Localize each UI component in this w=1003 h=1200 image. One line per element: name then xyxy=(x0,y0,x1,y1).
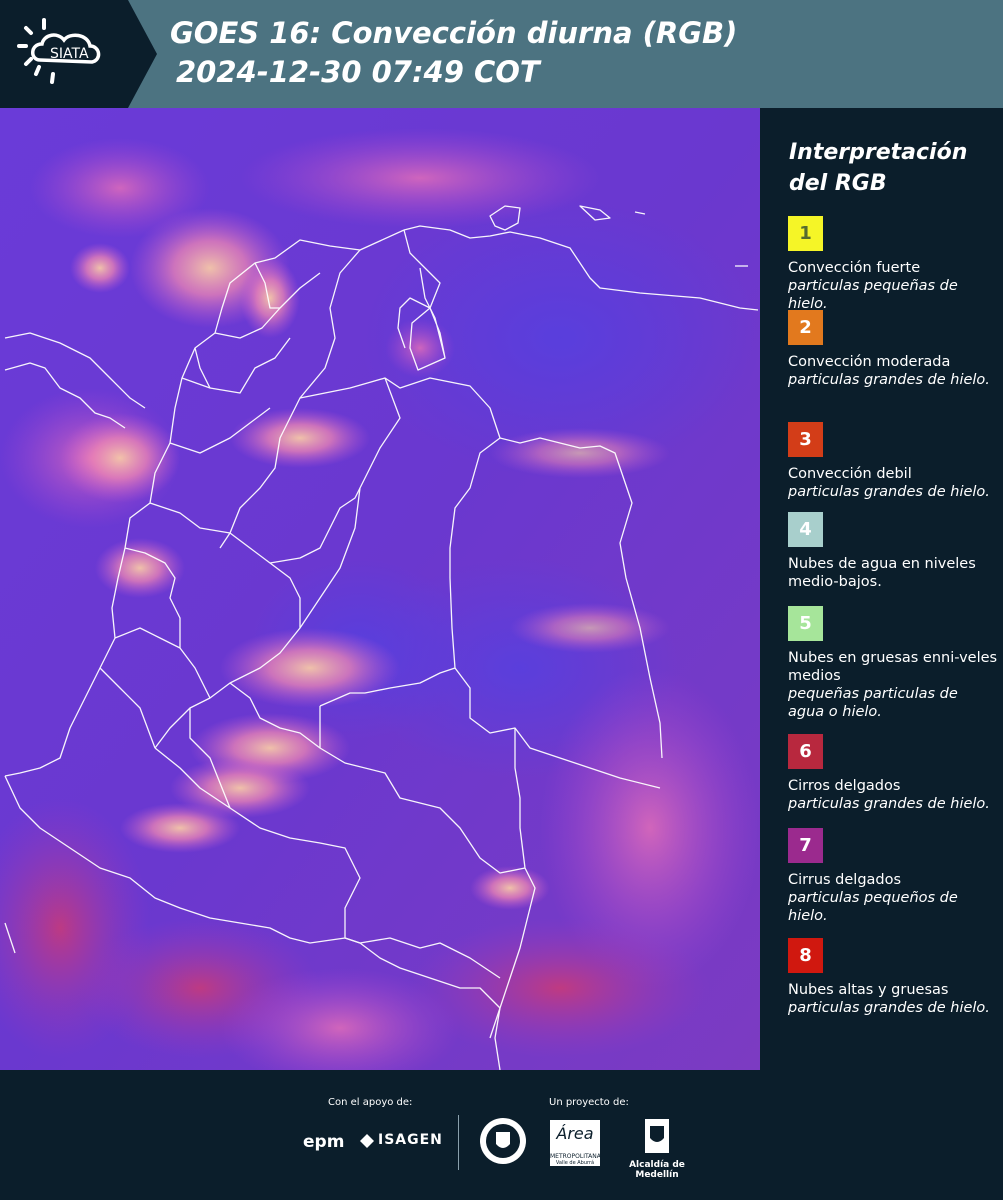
legend-item-7: 7 Cirrus delgados particulas pequeños de… xyxy=(788,828,998,925)
area-metropolitana-logo: Área METROPOLITANA Valle de Aburrá xyxy=(550,1120,601,1166)
legend-item-name: Cirrus delgados xyxy=(788,872,902,888)
support-label: Con el apoyo de: xyxy=(328,1097,413,1108)
legend-item-desc: particulas grandes de hielo. xyxy=(788,372,990,388)
legend-title: Interpretación del RGB xyxy=(789,140,968,196)
legend-item-2: 2 Convección moderada particulas grandes… xyxy=(788,310,998,389)
legend-item-name: Nubes de agua en niveles medio-bajos. xyxy=(788,556,976,590)
alcaldia-logo: Alcaldía de Medellín xyxy=(612,1118,702,1180)
legend-item-3: 3 Convección debil particulas grandes de… xyxy=(788,422,998,501)
legend-item-4: 4 Nubes de agua en niveles medio-bajos. xyxy=(788,512,998,591)
legend-swatch-7: 7 xyxy=(788,828,823,863)
legend-item-name: Nubes altas y gruesas xyxy=(788,982,949,998)
project-label: Un proyecto de: xyxy=(549,1097,629,1108)
legend-item-desc: particulas grandes de hielo. xyxy=(788,484,990,500)
legend-item-name: Convección debil xyxy=(788,466,912,482)
legend-item-name: Convección fuerte xyxy=(788,260,921,276)
legend-swatch-6: 6 xyxy=(788,734,823,769)
legend-item-name: Cirros delgados xyxy=(788,778,901,794)
legend-item-8: 8 Nubes altas y gruesas particulas grand… xyxy=(788,938,998,1017)
legend-swatch-3: 3 xyxy=(788,422,823,457)
isagen-text: ISAGEN xyxy=(378,1132,443,1148)
legend-item-name: Nubes en gruesas enni-veles medios xyxy=(788,650,998,684)
footer: Con el apoyo de: Un proyecto de: epm ISA… xyxy=(0,1070,1003,1200)
timestamp: 2024-12-30 07:49 COT xyxy=(176,55,540,89)
legend-swatch-4: 4 xyxy=(788,512,823,547)
page-title: GOES 16: Convección diurna (RGB) xyxy=(170,16,738,50)
epm-logo: epm xyxy=(303,1132,345,1152)
area-logo-sub2: Valle de Aburrá xyxy=(555,1160,595,1166)
legend-item-desc: particulas pequeñas de hielo. xyxy=(788,278,958,312)
legend-swatch-2: 2 xyxy=(788,310,823,345)
legend-item-desc: particulas pequeños de hielo. xyxy=(788,890,958,924)
medellin-seal-icon xyxy=(478,1116,528,1170)
legend-item-desc: pequeñas particulas de agua o hielo. xyxy=(788,686,958,720)
rgb-legend: Interpretación del RGB 1 Convección fuer… xyxy=(760,108,1003,1070)
legend-swatch-8: 8 xyxy=(788,938,823,973)
area-logo-sub1: METROPOLITANA xyxy=(550,1153,601,1160)
area-logo-title: Área xyxy=(556,1124,594,1143)
legend-item-name: Convección moderada xyxy=(788,354,951,370)
legend-item-desc: particulas grandes de hielo. xyxy=(788,796,990,812)
alcaldia-shield-icon xyxy=(645,1119,669,1153)
siata-logo-text: SIATA xyxy=(50,46,89,62)
siata-logo: SIATA xyxy=(0,0,160,108)
legend-item-desc: particulas grandes de hielo. xyxy=(788,1000,990,1016)
header-bar: SIATA GOES 16: Convección diurna (RGB) 2… xyxy=(0,0,1003,108)
isagen-mark-icon xyxy=(360,1133,374,1148)
satellite-map xyxy=(0,108,760,1070)
legend-item-6: 6 Cirros delgados particulas grandes de … xyxy=(788,734,998,813)
legend-swatch-5: 5 xyxy=(788,606,823,641)
legend-swatch-1: 1 xyxy=(788,216,823,251)
alcaldia-text: Alcaldía de Medellín xyxy=(629,1160,685,1180)
legend-item-5: 5 Nubes en gruesas enni-veles medios peq… xyxy=(788,606,998,721)
legend-item-1: 1 Convección fuerte particulas pequeñas … xyxy=(788,216,998,313)
footer-divider xyxy=(458,1115,459,1170)
isagen-logo: ISAGEN xyxy=(360,1132,443,1148)
